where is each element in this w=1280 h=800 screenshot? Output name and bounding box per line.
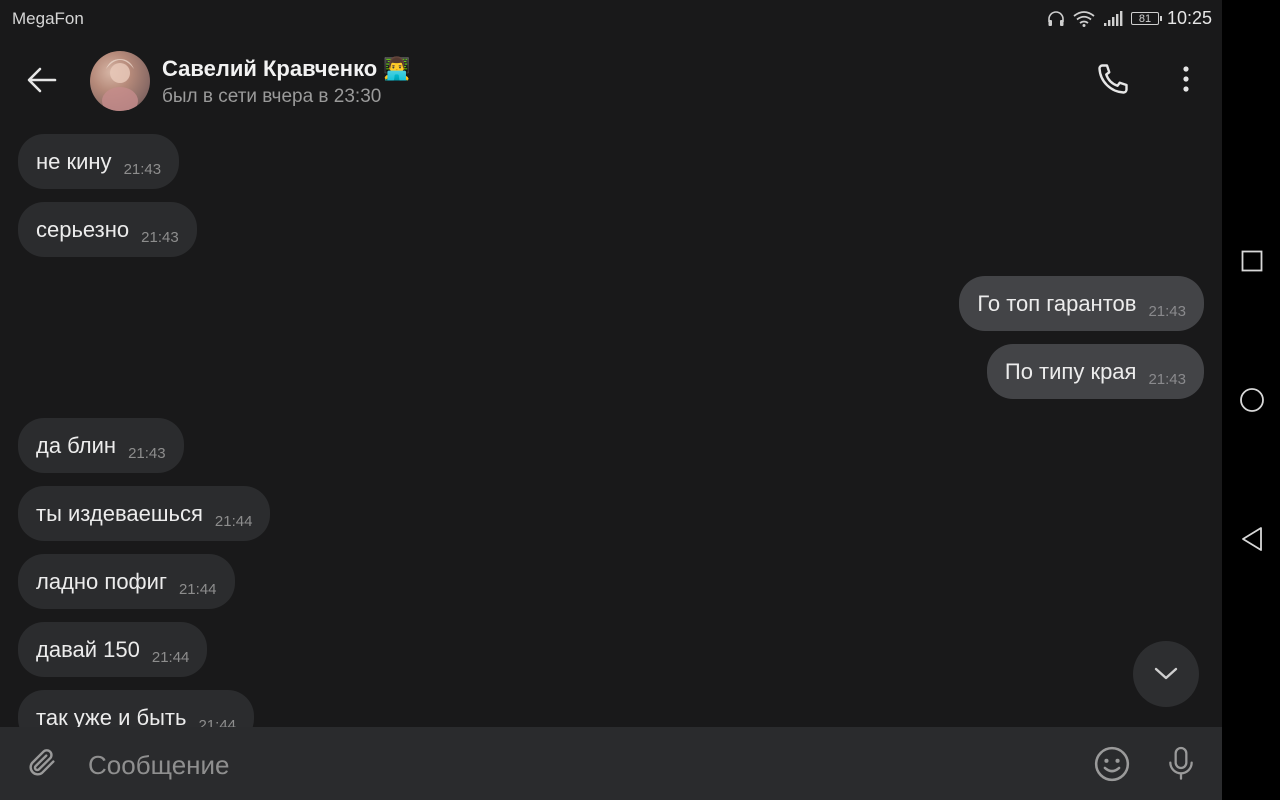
more-vertical-icon (1183, 66, 1189, 92)
triangle-back-icon (1242, 527, 1262, 551)
message-text: По типу края (1004, 358, 1137, 384)
call-button[interactable] (1090, 56, 1136, 102)
message-time: 21:43 (123, 161, 162, 178)
message-incoming[interactable]: да блин 21:43 (18, 418, 184, 473)
message-text: Го топ гарантов (977, 290, 1137, 316)
contact-name[interactable]: Савелий Кравченко 👨‍💻 (162, 56, 411, 82)
message-incoming[interactable]: ладно пофиг 21:44 (18, 554, 235, 609)
paperclip-icon (29, 749, 55, 776)
message-composer (0, 727, 1222, 800)
avatar[interactable] (90, 51, 150, 111)
square-icon (1241, 250, 1263, 272)
message-list[interactable]: не кину 21:43 серьезно 21:43 Го топ гара… (0, 126, 1222, 727)
message-time: 21:44 (151, 649, 190, 666)
message-time: 21:43 (128, 445, 166, 462)
chat-header: Савелий Кравченко 👨‍💻 был в сети вчера в… (0, 36, 1222, 126)
recent-apps-button[interactable] (1239, 248, 1265, 274)
more-options-button[interactable] (1166, 56, 1206, 102)
voice-message-button[interactable] (1160, 741, 1202, 787)
message-text: не кину (36, 148, 112, 174)
message-time: 21:44 (198, 717, 237, 727)
message-text: так уже и быть (36, 704, 187, 728)
signal-icon (1103, 10, 1123, 27)
message-time: 21:43 (1148, 371, 1186, 388)
smiley-icon (1094, 746, 1130, 782)
chevron-down-icon (1154, 667, 1178, 680)
carrier-name: MegaFon (12, 9, 84, 28)
message-outgoing[interactable]: По типу края 21:43 (986, 344, 1204, 399)
message-incoming[interactable]: серьезно 21:43 (18, 202, 197, 257)
message-incoming[interactable]: не кину 21:43 (18, 134, 180, 189)
message-incoming[interactable]: так уже и быть 21:44 (18, 690, 255, 728)
circle-icon (1240, 388, 1264, 412)
message-time: 21:44 (214, 513, 253, 530)
message-time: 21:43 (141, 229, 179, 246)
message-incoming[interactable]: ты издеваешься 21:44 (18, 486, 271, 541)
last-seen-status: был в сети вчера в 23:30 (162, 86, 382, 107)
back-button[interactable] (20, 58, 64, 102)
headphones-icon (1047, 10, 1065, 27)
message-text: ладно пофиг (36, 568, 167, 594)
message-text: да блин (36, 432, 117, 458)
status-clock: 10:25 (1166, 8, 1212, 28)
message-input[interactable] (86, 747, 1070, 783)
message-text: серьезно (36, 216, 130, 242)
message-outgoing[interactable]: Го топ гарантов 21:43 (959, 276, 1204, 331)
phone-icon (1098, 64, 1128, 94)
system-navigation-bar (1222, 0, 1280, 800)
message-text: ты издеваешься (36, 500, 203, 526)
scroll-to-bottom-button[interactable] (1133, 641, 1199, 707)
battery-icon: 81 (1130, 12, 1162, 25)
message-time: 21:44 (178, 581, 217, 598)
arrow-left-icon (27, 67, 57, 93)
system-back-button[interactable] (1239, 526, 1265, 552)
status-bar: MegaFon 81 10:25 (0, 0, 1222, 36)
attach-button[interactable] (20, 741, 64, 785)
wifi-icon (1073, 10, 1095, 27)
message-time: 21:43 (1148, 303, 1186, 320)
message-incoming[interactable]: давай 150 21:44 (18, 622, 208, 677)
microphone-icon (1169, 746, 1193, 780)
message-text: давай 150 (36, 636, 140, 662)
emoji-button[interactable] (1091, 743, 1133, 785)
home-button[interactable] (1239, 387, 1265, 413)
status-icons: 81 10:25 (1047, 8, 1212, 29)
